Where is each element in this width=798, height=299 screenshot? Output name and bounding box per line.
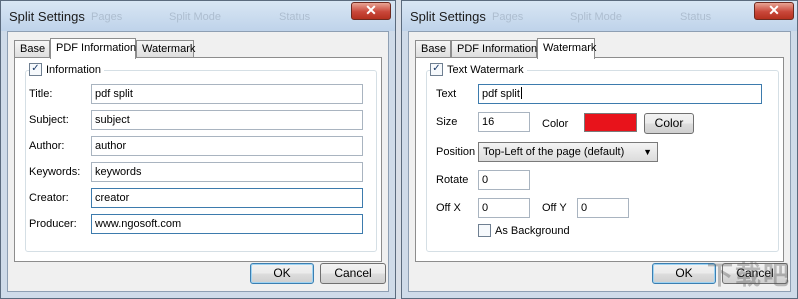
- background-column-pages: Pages: [91, 11, 123, 23]
- title-field[interactable]: pdf split: [91, 84, 363, 104]
- title-bar: Split Settings Pages Split Mode Status ✕: [1, 1, 395, 31]
- dialog-title: Split Settings: [9, 9, 85, 24]
- creator-field[interactable]: creator: [91, 188, 363, 208]
- color-swatch: [584, 113, 637, 132]
- subject-label: Subject:: [29, 114, 69, 126]
- text-watermark-checkbox-row[interactable]: ✓ Text Watermark: [430, 63, 527, 76]
- position-select-value: Top-Left of the page (default): [483, 146, 625, 158]
- as-background-checkbox[interactable]: [478, 224, 491, 237]
- rotate-field[interactable]: 0: [478, 170, 530, 190]
- color-button[interactable]: Color: [644, 113, 694, 134]
- position-select[interactable]: Top-Left of the page (default) ▼: [478, 142, 658, 162]
- background-column-status: Status: [279, 11, 311, 23]
- pdf-information-panel: ✓ Information Title: pdf split Subject: …: [14, 57, 382, 262]
- close-icon: ✕: [365, 2, 377, 18]
- text-cursor: [520, 87, 522, 99]
- information-label: Information: [46, 63, 102, 76]
- text-field[interactable]: pdf split: [478, 84, 762, 104]
- offset-x-label: Off X: [436, 202, 461, 214]
- size-field[interactable]: 16: [478, 112, 530, 132]
- title-label: Title:: [29, 88, 53, 100]
- keywords-field[interactable]: keywords: [91, 162, 363, 182]
- as-background-checkbox-row[interactable]: As Background: [478, 224, 573, 237]
- ok-button[interactable]: OK: [250, 263, 314, 284]
- background-column-split-mode: Split Mode: [169, 11, 221, 23]
- dialog-client-area: Base PDF Information Watermark ✓ Informa…: [7, 31, 389, 292]
- title-bar: Split Settings Pages Split Mode Status ✕: [402, 1, 797, 31]
- producer-label: Producer:: [29, 218, 77, 230]
- tab-watermark[interactable]: Watermark: [136, 40, 195, 57]
- offset-y-field[interactable]: 0: [577, 198, 629, 218]
- text-field-value: pdf split: [482, 88, 520, 100]
- cancel-button[interactable]: Cancel: [320, 263, 386, 284]
- keywords-label: Keywords:: [29, 166, 81, 178]
- author-label: Author:: [29, 140, 65, 152]
- offset-x-field[interactable]: 0: [478, 198, 530, 218]
- tab-strip: Base PDF Information Watermark: [415, 38, 784, 59]
- text-watermark-checkbox[interactable]: ✓: [430, 63, 443, 76]
- background-column-split-mode: Split Mode: [570, 11, 622, 23]
- color-label: Color: [542, 118, 569, 130]
- information-checkbox[interactable]: ✓: [29, 63, 42, 76]
- tab-pdf-information[interactable]: PDF Information: [451, 40, 537, 57]
- creator-label: Creator:: [29, 192, 69, 204]
- rotate-label: Rotate: [436, 174, 469, 186]
- producer-field[interactable]: www.ngosoft.com: [91, 214, 363, 234]
- text-watermark-label: Text Watermark: [447, 63, 524, 76]
- text-label: Text: [436, 88, 457, 100]
- tab-watermark[interactable]: Watermark: [537, 38, 596, 59]
- subject-field[interactable]: subject: [91, 110, 363, 130]
- close-button[interactable]: ✕: [754, 2, 794, 20]
- background-column-status: Status: [680, 11, 712, 23]
- tab-base[interactable]: Base: [14, 40, 50, 57]
- chevron-down-icon: ▼: [643, 147, 652, 157]
- background-column-pages: Pages: [492, 11, 524, 23]
- dialog-client-area: Base PDF Information Watermark ✓ Text Wa…: [408, 31, 791, 292]
- offset-y-label: Off Y: [542, 202, 567, 214]
- watermark-panel: ✓ Text Watermark Text pdf split Size 16 …: [415, 57, 784, 262]
- close-icon: ✕: [768, 2, 780, 18]
- as-background-label: As Background: [495, 224, 570, 237]
- tab-base[interactable]: Base: [415, 40, 451, 57]
- tab-pdf-information[interactable]: PDF Information: [50, 38, 136, 59]
- information-checkbox-row[interactable]: ✓ Information: [29, 63, 105, 76]
- site-watermark: 下载吧: [706, 260, 791, 290]
- size-label: Size: [436, 116, 458, 128]
- tab-strip: Base PDF Information Watermark: [14, 38, 382, 59]
- split-settings-dialog-watermark: Split Settings Pages Split Mode Status ✕…: [401, 0, 798, 299]
- dialog-title: Split Settings: [410, 9, 486, 24]
- author-field[interactable]: author: [91, 136, 363, 156]
- split-settings-dialog-pdf-information: Split Settings Pages Split Mode Status ✕…: [0, 0, 396, 299]
- close-button[interactable]: ✕: [351, 2, 391, 20]
- position-label: Position: [436, 146, 476, 158]
